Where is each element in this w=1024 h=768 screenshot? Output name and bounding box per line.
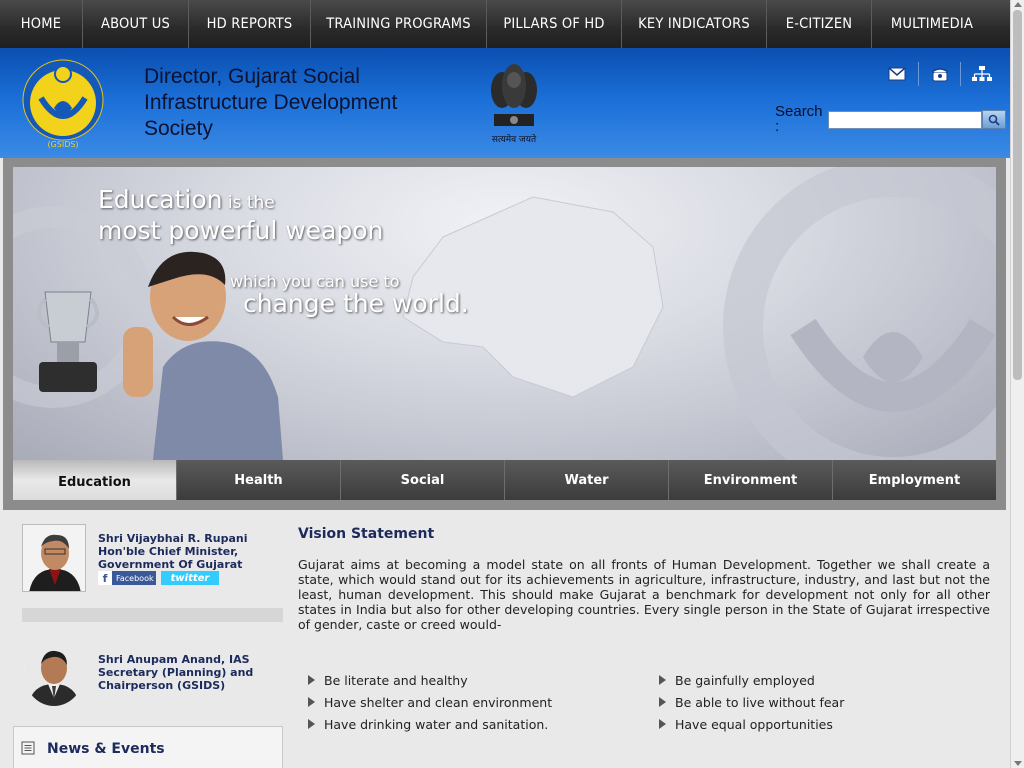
sitemap-icon[interactable] (960, 62, 1002, 86)
facebook-label: Facebook (116, 573, 154, 583)
page-scrollbar[interactable] (1010, 0, 1024, 768)
divider-bar (22, 608, 283, 622)
tab-health[interactable]: Health (177, 460, 341, 500)
twitter-button[interactable]: twitter (161, 571, 219, 585)
nav-key-indicators[interactable]: KEY INDICATORS (622, 0, 767, 48)
secretary-photo (24, 640, 84, 706)
search-input[interactable] (828, 111, 982, 129)
scroll-down-arrow-icon[interactable] (1014, 761, 1022, 766)
emblem-caption: सत्यमेव जयते (491, 135, 537, 145)
goal-text: Be literate and healthy (324, 672, 468, 688)
list-item: Have drinking water and sanitation. (298, 713, 552, 735)
secretary-role: Chairperson (GSIDS) (98, 679, 226, 692)
goal-text: Be able to live without fear (675, 694, 845, 710)
triangle-bullet-icon (308, 675, 315, 685)
nav-e-citizen[interactable]: E-CITIZEN (767, 0, 872, 48)
news-events-title[interactable]: News & Events (47, 741, 165, 757)
chief-minister-title: Hon'ble Chief Minister, (98, 545, 239, 558)
news-events-box: News & Events (13, 726, 283, 768)
news-icon (21, 741, 35, 755)
facebook-button[interactable]: f Facebook (98, 571, 156, 585)
list-item: Be able to live without fear (649, 691, 844, 713)
list-item: Be literate and healthy (298, 669, 552, 691)
nav-multimedia[interactable]: MULTIMEDIA (872, 0, 992, 48)
org-title: Director, Gujarat Social Infrastructure … (144, 65, 398, 140)
pillar-tabs: Education Health Social Water Environmen… (13, 460, 996, 500)
social-links: f Facebook twitter (98, 571, 219, 585)
secretary-title: Secretary (Planning) and (98, 666, 254, 679)
triangle-bullet-icon (308, 697, 315, 707)
scroll-up-arrow-icon[interactable] (1014, 2, 1022, 7)
list-item: Have equal opportunities (649, 713, 844, 735)
triangle-bullet-icon (659, 719, 666, 729)
chief-minister-photo (22, 524, 86, 592)
facebook-icon: f (98, 571, 112, 585)
gsids-logo[interactable]: (GSIDS) (20, 56, 106, 152)
banner-tagline-bottom: which you can use to change the world. (230, 272, 469, 318)
chief-minister-info: Shri Vijaybhai R. Rupani Hon'ble Chief M… (98, 532, 248, 571)
top-icon-bar (876, 62, 1002, 86)
tagline-is-the: is the (222, 193, 275, 213)
search-icon (988, 114, 1000, 126)
chief-minister-name: Shri Vijaybhai R. Rupani (98, 532, 248, 545)
logo-caption: (GSIDS) (47, 140, 79, 149)
tab-water[interactable]: Water (505, 460, 669, 500)
phone-icon[interactable] (918, 62, 960, 86)
search-button[interactable] (982, 110, 1006, 129)
nav-hd-reports[interactable]: HD REPORTS (189, 0, 311, 48)
list-item: Be gainfully employed (649, 669, 844, 691)
goal-text: Be gainfully employed (675, 672, 815, 688)
main-nav: HOME ABOUT US HD REPORTS TRAINING PROGRA… (0, 0, 1010, 48)
nav-about-us[interactable]: ABOUT US (83, 0, 189, 48)
tab-environment[interactable]: Environment (669, 460, 833, 500)
nav-home[interactable]: HOME (0, 0, 83, 48)
triangle-bullet-icon (308, 719, 315, 729)
tab-social[interactable]: Social (341, 460, 505, 500)
secretary-info: Shri Anupam Anand, IAS Secretary (Planni… (98, 653, 253, 692)
triangle-bullet-icon (659, 697, 666, 707)
tagline-change-world: change the world. (243, 289, 469, 318)
tagline-weapon: most powerful weapon (98, 216, 384, 245)
nav-pillars-of-hd[interactable]: PILLARS OF HD (487, 0, 622, 48)
tab-education[interactable]: Education (13, 460, 177, 500)
site-header: (GSIDS) Director, Gujarat Social Infrast… (0, 48, 1010, 158)
goal-text: Have shelter and clean environment (324, 694, 553, 710)
twitter-label: twitter (170, 572, 210, 584)
nav-training-programs[interactable]: TRAINING PROGRAMS (311, 0, 487, 48)
chief-minister-govt: Government Of Gujarat (98, 558, 243, 571)
list-item: Have shelter and clean environment (298, 691, 552, 713)
goals-right-list: Be gainfully employed Be able to live wi… (649, 669, 844, 735)
search-label: Search : (775, 103, 823, 135)
vision-title: Vision Statement (298, 526, 435, 542)
goals-left-list: Be literate and healthy Have shelter and… (298, 669, 552, 735)
goal-text: Have drinking water and sanitation. (324, 716, 549, 732)
triangle-bullet-icon (659, 675, 666, 685)
banner-tagline-top: Education is the most powerful weapon (98, 186, 383, 245)
goal-text: Have equal opportunities (675, 716, 833, 732)
secretary-name: Shri Anupam Anand, IAS (98, 653, 250, 666)
tab-employment[interactable]: Employment (833, 460, 996, 500)
scroll-thumb[interactable] (1013, 10, 1022, 380)
tagline-education: Education (98, 185, 223, 214)
mail-icon[interactable] (876, 62, 918, 86)
vision-text: Gujarat aims at becoming a model state o… (298, 557, 990, 632)
